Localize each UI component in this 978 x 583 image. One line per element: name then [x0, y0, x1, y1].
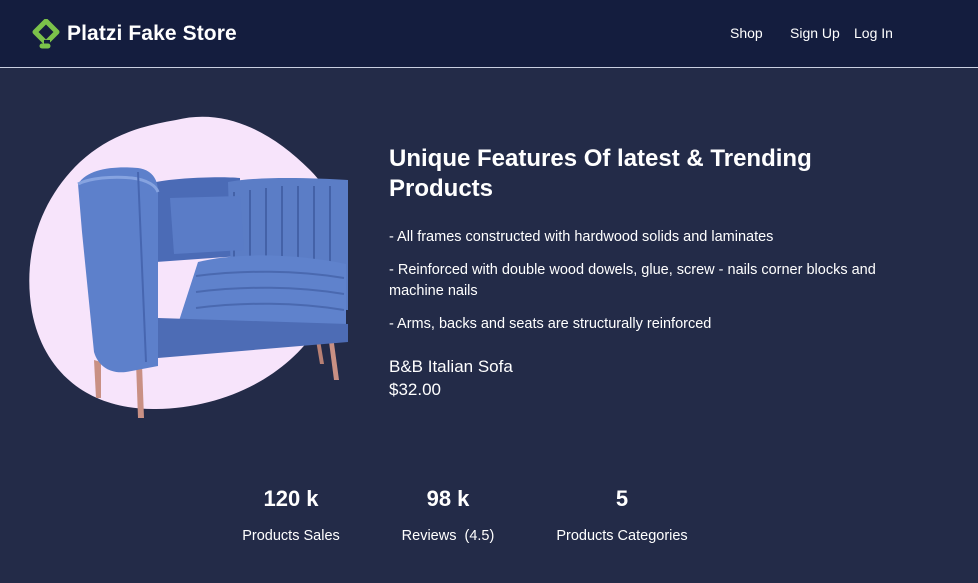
stat-product-categories: 5 Products Categories: [542, 486, 702, 545]
product-name: B&B Italian Sofa: [389, 357, 513, 376]
stat-label: Reviews (4.5): [401, 528, 495, 544]
product-image: [29, 116, 348, 418]
stat-label: Products Sales: [242, 528, 340, 544]
stat-label: Products Categories: [556, 528, 688, 544]
navbar: Platzi Fake Store Shop Sign Up Log In: [0, 0, 978, 68]
nav-link-shop[interactable]: Shop: [730, 25, 763, 41]
nav-link-log-in[interactable]: Log In: [854, 25, 893, 41]
feature-item: - All frames constructed with hardwood s…: [389, 229, 774, 245]
nav-link-sign-up[interactable]: Sign Up: [790, 25, 840, 41]
hero-title: Unique Features Of latest & Trending Pro…: [389, 145, 812, 202]
feature-list: - All frames constructed with hardwood s…: [389, 227, 909, 347]
stat-value: 120 k: [263, 486, 319, 511]
stat-value: 5: [615, 486, 629, 511]
store-logo-icon: [32, 19, 60, 49]
stat-products-sales: 120 k Products Sales: [231, 486, 351, 545]
feature-item: - Arms, backs and seats are structurally…: [389, 316, 712, 332]
brand-link[interactable]: Platzi Fake Store: [32, 18, 237, 50]
feature-item: - Reinforced with double wood dowels, gl…: [389, 262, 876, 299]
brand-name: Platzi Fake Store: [67, 22, 237, 45]
product-price: $32.00: [389, 380, 441, 399]
stat-reviews: 98 k Reviews (4.5): [388, 486, 508, 545]
stat-value: 98 k: [426, 486, 470, 511]
